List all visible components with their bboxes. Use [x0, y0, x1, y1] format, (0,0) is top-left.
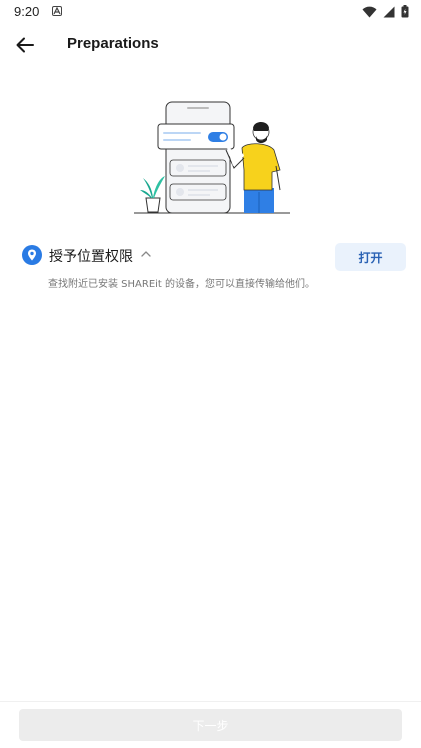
- chevron-up-icon[interactable]: [140, 249, 152, 259]
- status-time: 9:20: [14, 4, 40, 19]
- location-permission-illustration: [130, 98, 295, 218]
- status-bar: 9:20: [0, 0, 421, 24]
- battery-icon: [401, 5, 409, 18]
- screen: 9:20 Preparations 授予位置权限 打开 查找附近已安装 SHAR…: [0, 0, 421, 748]
- next-step-button[interactable]: 下一步: [19, 709, 402, 741]
- wifi-icon: [362, 6, 377, 18]
- bottom-divider: [0, 701, 421, 702]
- permission-title: 授予位置权限: [49, 249, 133, 265]
- status-icons: [362, 5, 409, 18]
- app-notification-icon: [52, 6, 62, 16]
- toolbar: Preparations: [0, 24, 421, 68]
- permission-description: 查找附近已安装 SHAREit 的设备，您可以直接传输给他们。: [48, 279, 316, 290]
- open-permission-button[interactable]: 打开: [335, 243, 406, 271]
- arrow-left-icon: [16, 37, 34, 53]
- signal-icon: [383, 6, 395, 18]
- page-title: Preparations: [67, 35, 159, 52]
- location-pin-icon: [22, 245, 42, 265]
- location-permission-row: 授予位置权限 打开 查找附近已安装 SHAREit 的设备，您可以直接传输给他们…: [22, 240, 407, 294]
- back-button[interactable]: [10, 30, 40, 60]
